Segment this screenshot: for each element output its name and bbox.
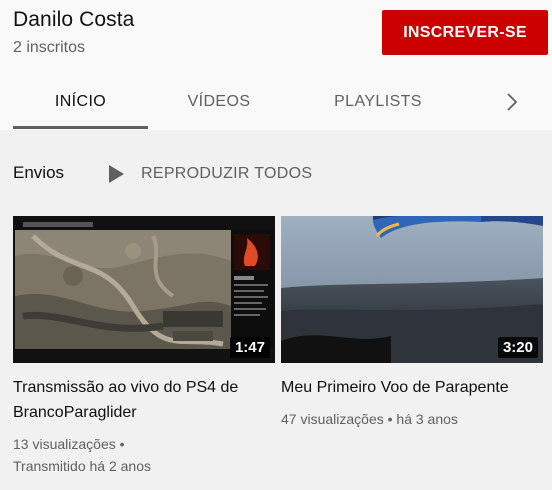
channel-header: Danilo Costa 2 inscritos INSCREVER-SE IN… bbox=[0, 0, 552, 130]
play-all-label: REPRODUZIR TODOS bbox=[141, 165, 313, 182]
tab-inicio[interactable]: INÍCIO bbox=[13, 74, 148, 130]
subscribe-button[interactable]: INSCREVER-SE bbox=[382, 10, 548, 55]
play-icon bbox=[106, 163, 126, 185]
subscriber-count: 2 inscritos bbox=[13, 39, 86, 56]
meta-separator: • bbox=[119, 436, 125, 452]
meta-separator: • bbox=[387, 411, 393, 427]
video-thumbnail[interactable]: 3:20 bbox=[281, 216, 543, 363]
tab-playlists[interactable]: PLAYLISTS bbox=[300, 74, 456, 130]
video-metadata: 47 visualizações • há 3 anos bbox=[281, 408, 543, 430]
section-title[interactable]: Envios bbox=[13, 163, 64, 183]
play-all-button[interactable]: REPRODUZIR TODOS bbox=[106, 160, 312, 188]
tab-videos[interactable]: VÍDEOS bbox=[150, 74, 288, 130]
upload-age: Transmitido há 2 anos bbox=[13, 458, 151, 474]
video-thumbnail[interactable]: 1:47 bbox=[13, 216, 275, 363]
video-duration: 3:20 bbox=[497, 337, 538, 358]
channel-tabs: INÍCIO VÍDEOS PLAYLISTS bbox=[0, 74, 552, 130]
video-card: 3:20 Meu Primeiro Voo de Parapente 47 vi… bbox=[281, 216, 543, 430]
channel-name[interactable]: Danilo Costa bbox=[13, 8, 134, 32]
video-title[interactable]: Meu Primeiro Voo de Parapente bbox=[281, 375, 543, 400]
view-count: 13 visualizações bbox=[13, 436, 116, 452]
video-duration: 1:47 bbox=[229, 337, 270, 358]
chevron-right-icon[interactable] bbox=[500, 90, 524, 114]
view-count: 47 visualizações bbox=[281, 411, 384, 427]
video-metadata: 13 visualizações • Transmitido há 2 anos bbox=[13, 433, 275, 477]
active-tab-indicator bbox=[13, 126, 148, 129]
video-card: 1:47 Transmissão ao vivo do PS4 de Branc… bbox=[13, 216, 275, 477]
section-header: Envios bbox=[13, 158, 64, 188]
video-title[interactable]: Transmissão ao vivo do PS4 de BrancoPara… bbox=[13, 375, 275, 425]
upload-age: há 3 anos bbox=[396, 411, 458, 427]
